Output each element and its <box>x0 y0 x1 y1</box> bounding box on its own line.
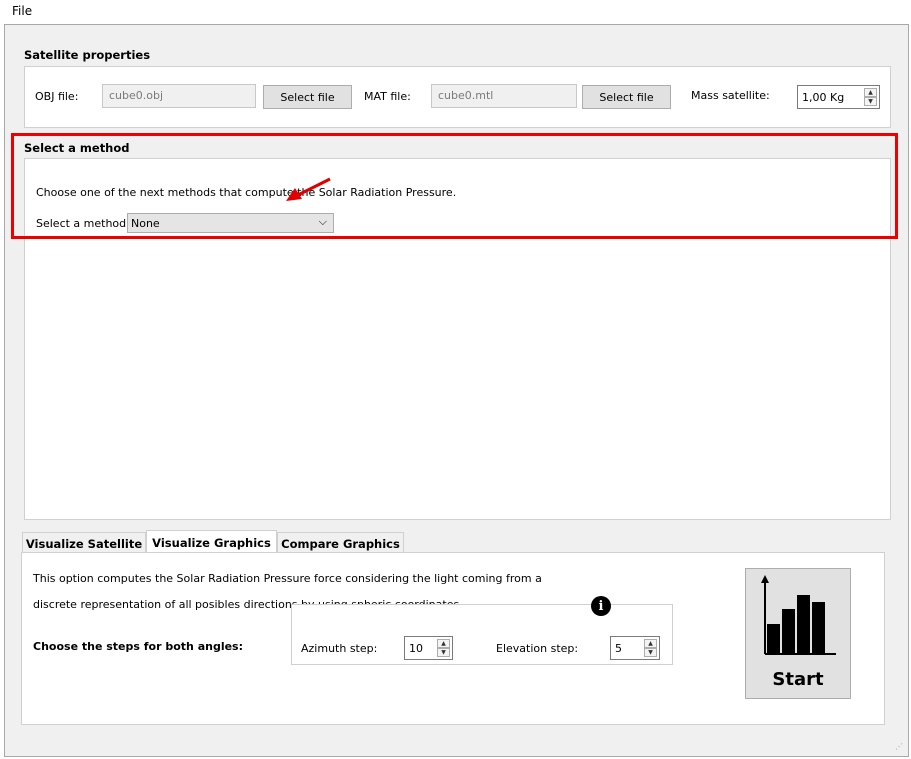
spin-up-icon[interactable]: ▲ <box>864 88 877 97</box>
tab-visualize-graphics[interactable]: Visualize Graphics <box>146 530 277 554</box>
mass-satellite-label: Mass satellite: <box>691 89 770 102</box>
spin-down-icon[interactable]: ▼ <box>644 648 657 657</box>
highlight-box <box>11 133 898 239</box>
mass-satellite-spinbox[interactable]: 1,00 Kg ▲ ▼ <box>797 85 880 109</box>
obj-select-file-button[interactable]: Select file <box>263 85 352 109</box>
azimuth-step-label: Azimuth step: <box>301 642 378 655</box>
elevation-step-value: 5 <box>615 641 622 655</box>
satellite-properties-title: Satellite properties <box>24 48 151 62</box>
tab-visualize-satellite[interactable]: Visualize Satellite <box>22 532 146 554</box>
azimuth-step-spinbox[interactable]: 10 ▲ ▼ <box>404 636 453 660</box>
obj-file-label: OBJ file: <box>35 90 79 103</box>
resize-grip-icon[interactable]: ⋰ <box>895 743 905 753</box>
menu-bar: File <box>0 0 911 22</box>
tab-compare-graphics[interactable]: Compare Graphics <box>277 532 404 554</box>
bar-chart-icon <box>761 575 836 655</box>
elevation-spinbox-arrows[interactable]: ▲ ▼ <box>644 639 657 657</box>
start-button[interactable]: Start <box>745 568 851 699</box>
mat-file-label: MAT file: <box>364 90 411 103</box>
spin-down-icon[interactable]: ▼ <box>437 648 450 657</box>
menu-file[interactable]: File <box>12 4 32 18</box>
start-label: Start <box>772 669 824 690</box>
azimuth-step-value: 10 <box>409 641 423 655</box>
mat-select-file-button[interactable]: Select file <box>582 85 671 109</box>
azimuth-spinbox-arrows[interactable]: ▲ ▼ <box>437 639 450 657</box>
spin-up-icon[interactable]: ▲ <box>437 639 450 648</box>
obj-file-field[interactable]: cube0.obj <box>102 84 256 108</box>
mass-satellite-value: 1,00 Kg <box>802 90 845 104</box>
elevation-step-label: Elevation step: <box>496 642 579 655</box>
steps-label: Choose the steps for both angles: <box>33 640 244 653</box>
spin-down-icon[interactable]: ▼ <box>864 97 877 106</box>
annotation-arrow-icon <box>286 177 331 201</box>
info-icon[interactable]: i <box>591 596 611 616</box>
mat-file-field[interactable]: cube0.mtl <box>431 84 577 108</box>
mass-spinbox-arrows[interactable]: ▲ ▼ <box>864 88 877 106</box>
graphics-description-line1: This option computes the Solar Radiation… <box>33 572 542 585</box>
elevation-step-spinbox[interactable]: 5 ▲ ▼ <box>610 636 660 660</box>
spin-up-icon[interactable]: ▲ <box>644 639 657 648</box>
